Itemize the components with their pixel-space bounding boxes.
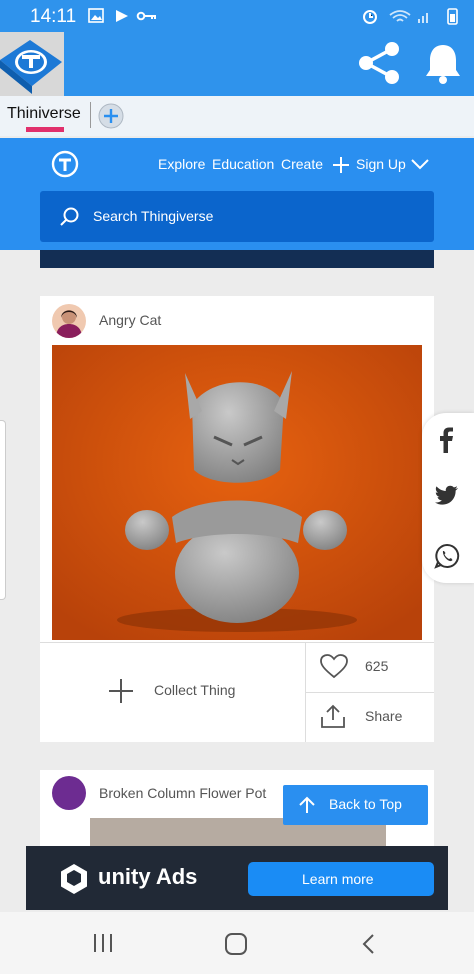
whatsapp-icon[interactable] — [434, 543, 460, 569]
collect-label: Collect Thing — [154, 682, 236, 698]
plus-icon — [333, 157, 349, 173]
status-time: 14:11 — [30, 6, 77, 27]
twitter-icon[interactable] — [435, 485, 459, 505]
left-edge-handle[interactable] — [0, 420, 6, 600]
app-logo[interactable] — [0, 32, 64, 96]
back-to-top-button[interactable]: Back to Top — [283, 785, 428, 825]
avatar-image — [52, 304, 86, 338]
like-count: 625 — [365, 658, 389, 674]
author-name[interactable]: Broken Column Flower Pot — [99, 785, 266, 801]
share-button[interactable]: Share — [306, 693, 434, 742]
author-name[interactable]: Angry Cat — [99, 312, 161, 328]
thingiverse-site-logo-icon[interactable] — [51, 150, 79, 178]
thing-image[interactable] — [52, 345, 422, 640]
search-bar[interactable]: Search Thingiverse — [40, 191, 434, 242]
nav-create[interactable]: Create — [281, 156, 323, 172]
tab-thiniverse[interactable]: Thiniverse — [0, 96, 90, 136]
heart-icon — [320, 654, 348, 679]
social-share-rail — [422, 413, 474, 583]
chevron-down-icon[interactable] — [410, 157, 430, 171]
avatar[interactable] — [52, 776, 86, 810]
bell-icon[interactable] — [422, 40, 464, 86]
nav-sign-up[interactable]: Sign Up — [356, 156, 406, 172]
status-icons-right — [363, 8, 458, 25]
share-icon[interactable] — [356, 40, 402, 86]
arrow-up-icon — [299, 796, 315, 813]
add-tab-icon[interactable] — [97, 102, 125, 130]
ad-brand: unity Ads — [98, 864, 198, 889]
search-placeholder: Search Thingiverse — [93, 208, 214, 224]
share-upload-icon — [321, 704, 345, 728]
like-button[interactable]: 625 — [306, 642, 434, 692]
nav-explore[interactable]: Explore — [158, 156, 205, 172]
thing-card: Angry Cat Collect Thing 625 Share — [40, 296, 434, 742]
learn-more-label: Learn more — [302, 871, 374, 887]
tab-divider — [90, 102, 91, 128]
recents-icon[interactable] — [92, 933, 114, 953]
avatar[interactable] — [52, 304, 86, 338]
collect-button[interactable]: Collect Thing — [40, 642, 305, 742]
status-bar: 14:11 — [0, 0, 474, 32]
site-nav: Explore Education Create Sign Up — [158, 156, 448, 176]
banner-strip — [40, 250, 434, 268]
nav-education[interactable]: Education — [212, 156, 274, 172]
tab-strip: Thiniverse — [0, 96, 474, 136]
status-icons-left — [88, 8, 156, 23]
system-nav-bar — [0, 912, 474, 974]
share-label: Share — [365, 708, 403, 724]
home-icon[interactable] — [224, 932, 248, 956]
plus-icon — [109, 679, 133, 703]
back-to-top-label: Back to Top — [329, 796, 402, 812]
thingiverse-logo-icon — [0, 32, 64, 96]
learn-more-button[interactable]: Learn more — [248, 862, 434, 896]
search-icon — [60, 207, 79, 226]
back-icon[interactable] — [360, 933, 376, 955]
unity-logo-icon — [61, 864, 87, 894]
tab-label: Thiniverse — [7, 105, 81, 122]
active-tab-indicator — [26, 127, 64, 132]
facebook-icon[interactable] — [438, 427, 454, 453]
